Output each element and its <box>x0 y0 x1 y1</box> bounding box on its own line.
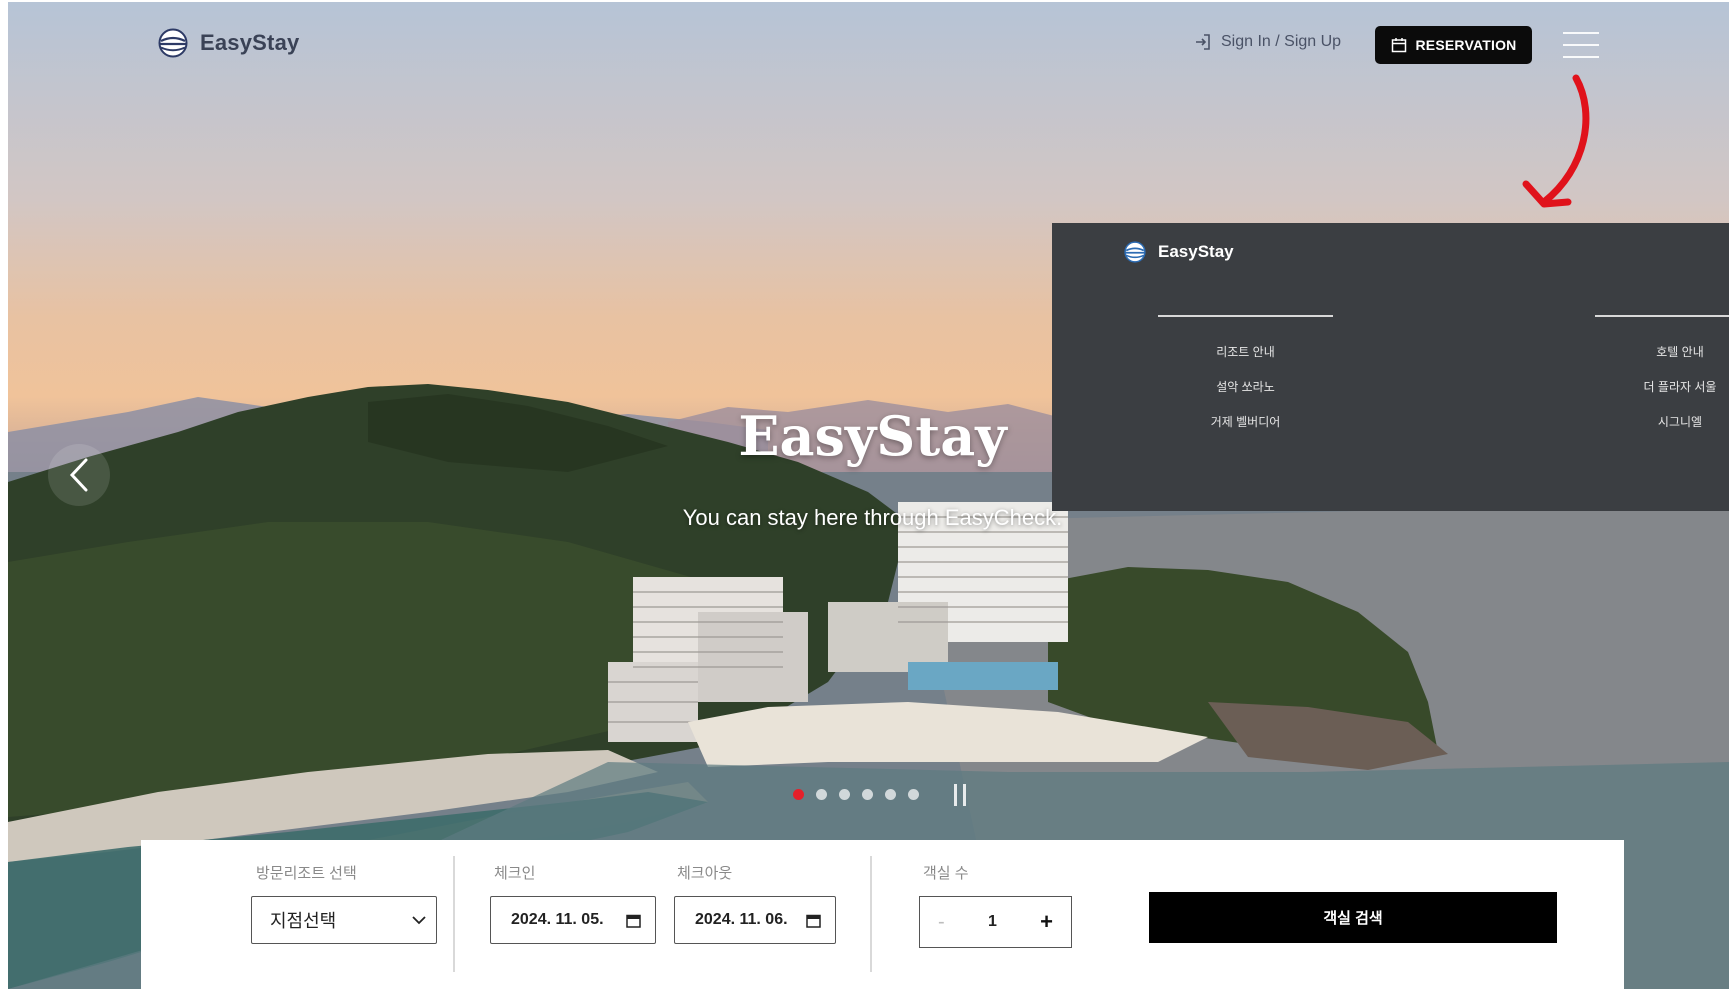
brand-name: EasyStay <box>200 30 300 55</box>
slider-dot[interactable] <box>816 789 827 800</box>
slider-pause-button[interactable] <box>954 784 966 806</box>
resort-select-value: 지점선택 <box>270 911 337 931</box>
rooms-label: 객실 수 <box>923 865 969 882</box>
checkout-date-value: 2024. 11. 06. <box>695 911 788 928</box>
menu-column-divider <box>1595 315 1729 317</box>
slider-dot[interactable] <box>885 789 896 800</box>
slider-dot[interactable] <box>908 789 919 800</box>
resort-select[interactable]: 지점선택 <box>251 896 437 944</box>
site-logo[interactable]: EasyStay <box>158 28 299 58</box>
hero-title: EasyStay <box>738 404 1007 468</box>
reservation-label: RESERVATION <box>1415 37 1517 53</box>
rooms-increment-button[interactable]: + <box>1040 909 1053 935</box>
checkout-date-input[interactable]: 2024. 11. 06. <box>674 896 836 944</box>
reservation-button[interactable]: RESERVATION <box>1375 26 1532 64</box>
calendar-icon <box>806 914 821 928</box>
chevron-down-icon <box>412 916 426 925</box>
resort-select-label: 방문리조트 선택 <box>256 865 357 882</box>
hero-subtitle: You can stay here through EasyCheck. <box>682 505 1063 530</box>
globe-logo-icon <box>158 28 188 58</box>
rooms-decrement-button[interactable]: - <box>938 911 945 934</box>
hamburger-icon <box>1563 32 1599 34</box>
sign-in-link[interactable]: Sign In / Sign Up <box>1193 32 1341 52</box>
calendar-icon <box>1391 38 1406 53</box>
menu-item-plaza-seoul[interactable]: 더 플라자 서울 <box>1595 370 1729 405</box>
field-divider <box>453 856 455 972</box>
checkout-label: 체크아웃 <box>677 865 733 882</box>
sign-in-label: Sign In / Sign Up <box>1221 33 1342 50</box>
checkin-date-value: 2024. 11. 05. <box>511 911 604 928</box>
rooms-stepper: - 1 + <box>919 896 1072 948</box>
slider-dot[interactable] <box>862 789 873 800</box>
panel-brand-name: EasyStay <box>1158 242 1234 261</box>
checkin-label: 체크인 <box>494 865 536 882</box>
menu-item-resort-info[interactable]: 리조트 안내 <box>1158 335 1333 370</box>
menu-item-hotel-info[interactable]: 호텔 안내 <box>1595 335 1729 370</box>
slider-pagination <box>793 789 919 800</box>
booking-search-bar: 방문리조트 선택 지점선택 체크인 2024. 11. 05. 체크아웃 202… <box>141 840 1624 989</box>
globe-logo-icon <box>1124 241 1146 263</box>
annotation-arrow-icon <box>1522 74 1590 208</box>
hamburger-menu-button[interactable] <box>1563 32 1599 58</box>
pause-icon <box>954 784 957 806</box>
slider-dot[interactable] <box>839 789 850 800</box>
room-search-button[interactable]: 객실 검색 <box>1149 892 1557 943</box>
slider-dot[interactable] <box>793 789 804 800</box>
login-arrow-icon <box>1196 34 1210 50</box>
panel-logo[interactable]: EasyStay <box>1124 241 1234 263</box>
rooms-count: 1 <box>987 913 997 930</box>
checkin-date-input[interactable]: 2024. 11. 05. <box>490 896 656 944</box>
menu-item-seorak-sorano[interactable]: 설악 쏘라노 <box>1158 370 1333 405</box>
field-divider <box>870 856 872 972</box>
calendar-icon <box>626 914 641 928</box>
menu-column-divider <box>1158 315 1333 317</box>
